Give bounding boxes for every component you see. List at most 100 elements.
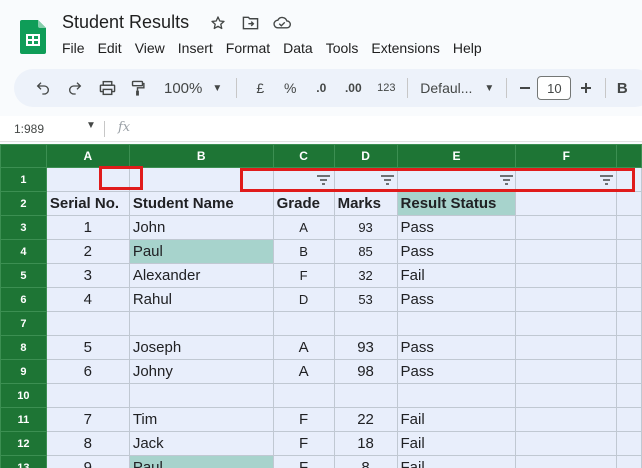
row-header[interactable]: 3	[0, 215, 47, 240]
zoom-select[interactable]: 100% ▼	[164, 74, 222, 102]
table-cell[interactable]	[272, 383, 335, 408]
table-cell[interactable]: 8	[333, 455, 398, 468]
row-header[interactable]: 13	[0, 455, 47, 468]
table-cell[interactable]: 85	[333, 239, 398, 264]
row-header[interactable]: 1	[0, 167, 47, 192]
table-cell[interactable]	[396, 311, 517, 336]
table-cell[interactable]	[515, 311, 618, 336]
table-cell[interactable]: Tim	[128, 407, 274, 432]
cell-e2[interactable]: Result Status	[396, 191, 517, 216]
name-box[interactable]: 1:989	[14, 122, 44, 136]
cloud-status-icon[interactable]	[272, 13, 292, 33]
column-header-a[interactable]: A	[45, 144, 130, 168]
column-header-b[interactable]: B	[128, 144, 274, 168]
table-cell[interactable]: 1	[45, 215, 130, 240]
table-cell[interactable]: Johny	[128, 359, 274, 384]
move-to-folder-icon[interactable]	[240, 13, 260, 33]
menu-file[interactable]: File	[62, 40, 85, 56]
table-cell[interactable]: A	[272, 215, 335, 240]
menu-help[interactable]: Help	[453, 40, 482, 56]
table-cell[interactable]: Alexander	[128, 263, 274, 288]
font-size-input[interactable]: 10	[537, 76, 572, 100]
font-select[interactable]: Defaul... ▼	[420, 74, 494, 102]
menu-edit[interactable]: Edit	[98, 40, 122, 56]
table-cell[interactable]	[616, 263, 642, 288]
table-cell[interactable]: Pass	[396, 239, 517, 264]
table-cell[interactable]: 5	[45, 335, 130, 360]
menu-view[interactable]: View	[135, 40, 165, 56]
percent-format-button[interactable]: %	[279, 74, 301, 102]
paint-format-icon[interactable]	[126, 74, 148, 102]
row-header[interactable]: 11	[0, 407, 47, 432]
table-cell[interactable]	[616, 359, 642, 384]
table-cell[interactable]	[45, 311, 130, 336]
table-cell[interactable]: John	[128, 215, 274, 240]
chevron-down-icon[interactable]: ▼	[86, 120, 96, 131]
table-cell[interactable]	[616, 287, 642, 312]
redo-icon[interactable]	[64, 74, 86, 102]
table-cell[interactable]: F	[272, 431, 335, 456]
cell-f2[interactable]	[515, 191, 618, 216]
table-cell[interactable]: A	[272, 335, 335, 360]
table-cell[interactable]: 6	[45, 359, 130, 384]
table-cell[interactable]	[515, 239, 618, 264]
table-cell[interactable]: 2	[45, 239, 130, 264]
table-cell[interactable]: 9	[45, 455, 130, 468]
table-cell[interactable]	[396, 383, 517, 408]
column-header-c[interactable]: C	[272, 144, 335, 168]
number-format-button[interactable]: 123	[373, 74, 399, 102]
table-cell[interactable]: 7	[45, 407, 130, 432]
menu-insert[interactable]: Insert	[178, 40, 213, 56]
table-cell[interactable]: Joseph	[128, 335, 274, 360]
cell-g2[interactable]	[616, 191, 642, 216]
table-cell[interactable]: 4	[45, 287, 130, 312]
cell-d2[interactable]: Marks	[333, 191, 398, 216]
table-cell[interactable]: Fail	[396, 263, 517, 288]
table-cell[interactable]	[45, 383, 130, 408]
menu-tools[interactable]: Tools	[326, 40, 359, 56]
table-cell[interactable]: 93	[333, 335, 398, 360]
table-cell[interactable]: Paul	[128, 455, 274, 468]
menu-format[interactable]: Format	[226, 40, 270, 56]
increase-decimal-button[interactable]: .00	[339, 74, 367, 102]
row-header[interactable]: 7	[0, 311, 47, 336]
row-header[interactable]: 10	[0, 383, 47, 408]
table-cell[interactable]	[616, 239, 642, 264]
table-cell[interactable]: Rahul	[128, 287, 274, 312]
table-cell[interactable]	[616, 455, 642, 468]
table-cell[interactable]	[616, 335, 642, 360]
table-cell[interactable]: 22	[333, 407, 398, 432]
row-header[interactable]: 9	[0, 359, 47, 384]
table-cell[interactable]: D	[272, 287, 335, 312]
table-cell[interactable]	[515, 287, 618, 312]
table-cell[interactable]: 93	[333, 215, 398, 240]
table-cell[interactable]: Pass	[396, 215, 517, 240]
row-header[interactable]: 5	[0, 263, 47, 288]
cell-a2[interactable]: Serial No.	[45, 191, 130, 216]
table-cell[interactable]: F	[272, 263, 335, 288]
column-header-f[interactable]: F	[515, 144, 618, 168]
table-cell[interactable]	[616, 311, 642, 336]
table-cell[interactable]: 32	[333, 263, 398, 288]
table-cell[interactable]: 18	[333, 431, 398, 456]
table-cell[interactable]: Pass	[396, 287, 517, 312]
table-cell[interactable]	[515, 431, 618, 456]
document-title[interactable]: Student Results	[62, 12, 189, 33]
currency-format-button[interactable]: £	[249, 74, 271, 102]
table-cell[interactable]	[515, 335, 618, 360]
row-header[interactable]: 2	[0, 191, 47, 216]
table-cell[interactable]	[333, 311, 398, 336]
table-cell[interactable]: B	[272, 239, 335, 264]
column-header-d[interactable]: D	[333, 144, 398, 168]
row-header[interactable]: 12	[0, 431, 47, 456]
table-cell[interactable]: F	[272, 455, 335, 468]
row-header[interactable]: 6	[0, 287, 47, 312]
star-icon[interactable]	[208, 13, 228, 33]
table-cell[interactable]	[128, 311, 274, 336]
print-icon[interactable]	[96, 74, 118, 102]
table-cell[interactable]	[616, 383, 642, 408]
decrease-decimal-button[interactable]: .0	[309, 74, 333, 102]
table-cell[interactable]	[515, 407, 618, 432]
table-cell[interactable]	[515, 455, 618, 468]
cell-c2[interactable]: Grade	[272, 191, 335, 216]
